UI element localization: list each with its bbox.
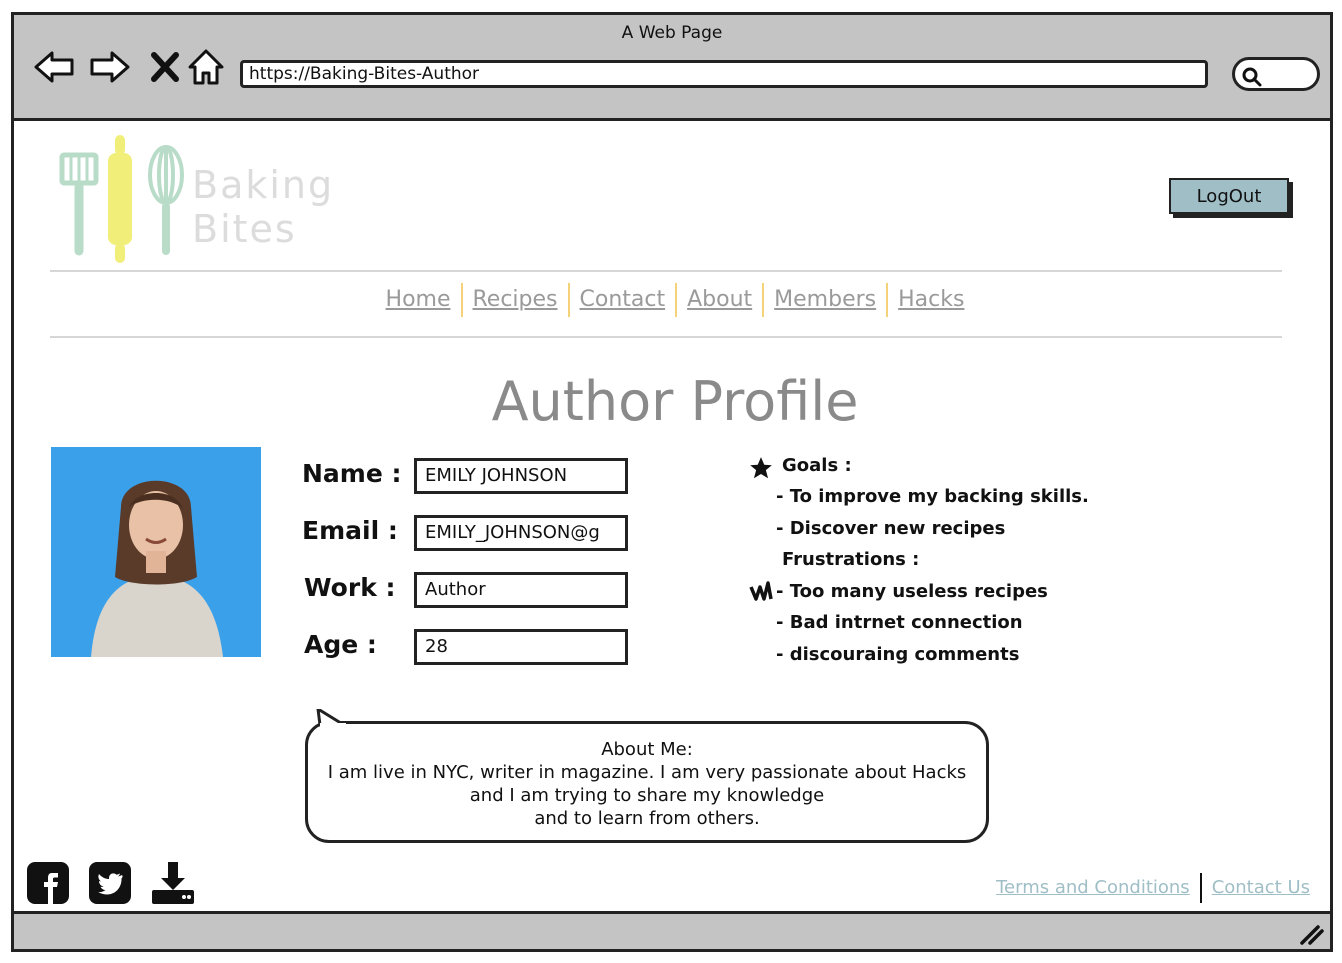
- avatar: [51, 447, 261, 657]
- browser-window: A Web Page https://Baking-Bites-Author B…: [11, 12, 1333, 952]
- star-icon: [750, 457, 772, 479]
- footer-links: Terms and Conditions Contact Us: [996, 873, 1310, 903]
- url-input[interactable]: https://Baking-Bites-Author: [240, 60, 1208, 88]
- email-field[interactable]: EMILY_JOHNSON@g: [414, 515, 628, 551]
- browser-statusbar: [14, 911, 1330, 949]
- facebook-icon[interactable]: [26, 861, 70, 905]
- nav-recipes[interactable]: Recipes: [463, 287, 568, 312]
- logout-button[interactable]: LogOut: [1169, 178, 1289, 214]
- logo-icon: [59, 135, 184, 263]
- nav-about[interactable]: About: [677, 287, 762, 312]
- about-heading: About Me:: [601, 739, 693, 760]
- work-field[interactable]: Author: [414, 572, 628, 608]
- nav-members[interactable]: Members: [764, 287, 886, 312]
- profile-photo: [51, 447, 261, 657]
- logo-text: Baking Bites: [192, 163, 334, 251]
- back-icon[interactable]: [32, 45, 76, 89]
- forward-icon[interactable]: [88, 45, 132, 89]
- footer-separator: [1199, 873, 1202, 903]
- logo-line-1: Baking: [192, 163, 335, 207]
- email-label: Email :: [302, 516, 398, 545]
- download-icon[interactable]: [150, 860, 196, 906]
- nav-divider-top: [50, 270, 1282, 272]
- scribble-icon: [749, 581, 773, 601]
- browser-titlebar: A Web Page https://Baking-Bites-Author: [14, 15, 1330, 121]
- frustration-item: - discouraing comments: [776, 644, 1020, 665]
- twitter-icon[interactable]: [88, 861, 132, 905]
- age-label: Age :: [304, 630, 377, 659]
- frustration-item: - Too many useless recipes: [776, 581, 1048, 602]
- search-icon: [1242, 67, 1262, 87]
- page-title: Author Profile: [491, 370, 859, 433]
- window-title: A Web Page: [621, 23, 723, 43]
- frustrations-heading: Frustrations :: [782, 549, 920, 570]
- logo-line-2: Bites: [192, 207, 297, 251]
- close-icon[interactable]: [144, 45, 188, 89]
- name-label: Name :: [302, 459, 402, 488]
- nav-contact[interactable]: Contact: [570, 287, 676, 312]
- age-field[interactable]: 28: [414, 629, 628, 665]
- nav-home[interactable]: Home: [376, 287, 461, 312]
- about-line: and I am trying to share my knowledge: [469, 785, 825, 806]
- contact-us-link[interactable]: Contact Us: [1212, 877, 1310, 898]
- bubble-tail: [316, 709, 346, 727]
- nav-divider-bottom: [50, 336, 1282, 338]
- frustration-item: - Bad intrnet connection: [776, 612, 1023, 633]
- terms-link[interactable]: Terms and Conditions: [996, 877, 1190, 898]
- about-line: I am live in NYC, writer in magazine. I …: [327, 762, 967, 783]
- search-box[interactable]: [1232, 57, 1320, 91]
- goal-item: - To improve my backing skills.: [776, 486, 1089, 507]
- name-field[interactable]: EMILY JOHNSON: [414, 458, 628, 494]
- home-icon[interactable]: [184, 45, 228, 89]
- work-label: Work :: [304, 573, 396, 602]
- about-me-bubble: About Me: I am live in NYC, writer in ma…: [305, 721, 989, 843]
- resize-icon[interactable]: [1298, 923, 1324, 945]
- nav-hacks[interactable]: Hacks: [888, 287, 974, 312]
- goal-item: - Discover new recipes: [776, 518, 1006, 539]
- main-nav: Home Recipes Contact About Members Hacks: [14, 283, 1336, 317]
- about-line: and to learn from others.: [534, 808, 760, 829]
- goals-heading: Goals :: [782, 455, 852, 476]
